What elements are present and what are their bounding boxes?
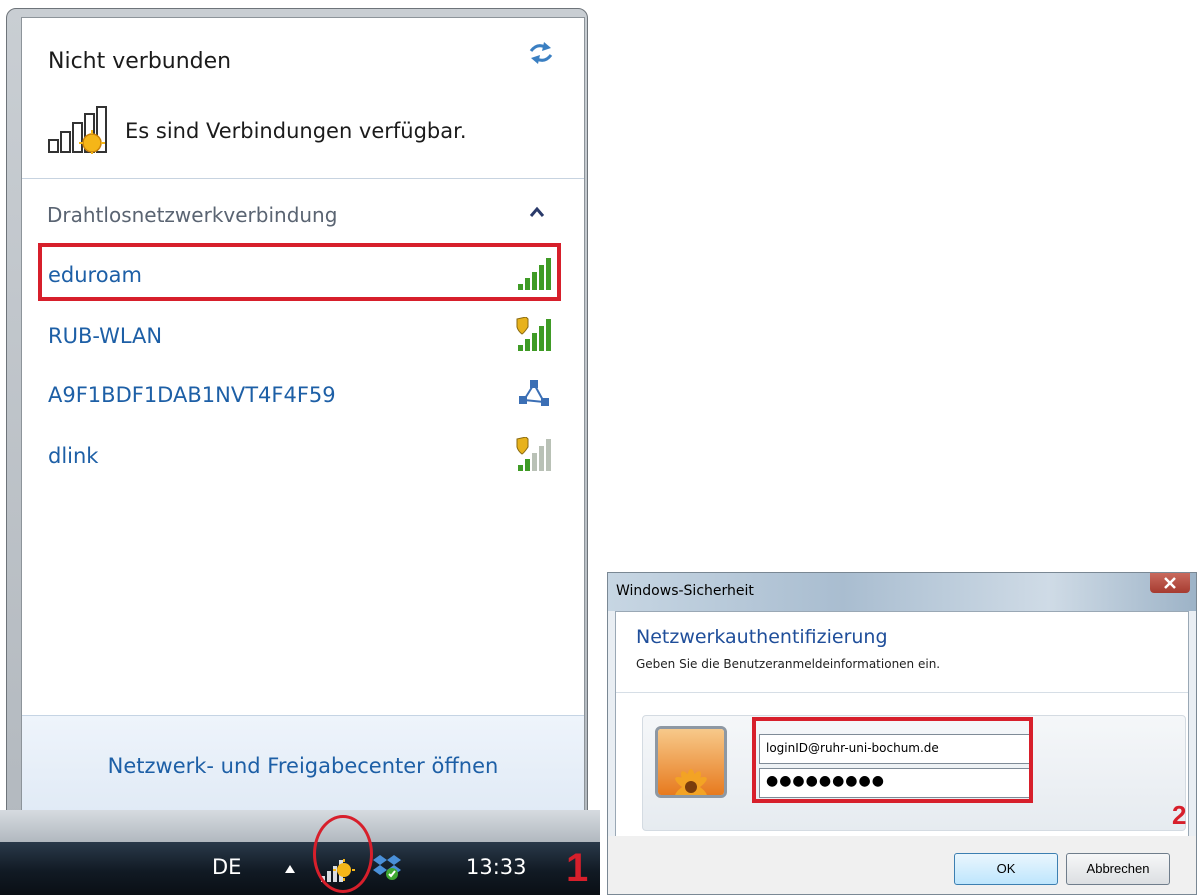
divider (616, 692, 1188, 693)
dropbox-icon[interactable] (372, 852, 402, 882)
language-indicator[interactable]: DE (212, 855, 241, 879)
network-sharing-center-link[interactable]: Netzwerk- und Freigabecenter öffnen (22, 754, 584, 778)
taskbar: DE 13:33 (0, 842, 600, 895)
connections-available-text: Es sind Verbindungen verfügbar. (125, 119, 467, 143)
secured-signal-icon (516, 437, 551, 471)
clock[interactable]: 13:33 (466, 855, 527, 879)
network-flyout: Nicht verbunden Es sind Verbindungen ver… (21, 17, 585, 825)
dialog-button-bar: OK Abbrechen (608, 836, 1196, 894)
dialog-heading: Netzwerkauthentifizierung (636, 626, 888, 648)
network-name: RUB-WLAN (48, 324, 163, 348)
connection-status-title: Nicht verbunden (48, 49, 232, 74)
divider (22, 178, 584, 179)
adhoc-network-icon (519, 380, 549, 406)
connections-available-icon (48, 106, 107, 154)
step-number-2: 2 (1172, 800, 1187, 830)
cancel-button[interactable]: Abbrechen (1066, 853, 1170, 885)
dialog-titlebar: Windows-Sicherheit (608, 573, 1196, 611)
dialog-title: Windows-Sicherheit (616, 583, 754, 599)
step-number-1: 1 (566, 846, 589, 890)
show-hidden-icons-icon[interactable] (284, 864, 296, 874)
wireless-section-label: Drahtlosnetzwerkverbindung (47, 203, 338, 227)
network-name: dlink (48, 444, 99, 468)
network-name: A9F1BDF1DAB1NVT4F4F59 (48, 383, 336, 407)
chevron-up-icon[interactable] (529, 206, 545, 218)
close-icon[interactable] (1150, 573, 1190, 593)
background-window-strip (0, 810, 600, 845)
eduroam-highlight (38, 243, 561, 301)
ok-button[interactable]: OK (954, 853, 1058, 885)
flyout-footer: Netzwerk- und Freigabecenter öffnen (22, 715, 584, 824)
network-item-dlink[interactable]: dlink (40, 430, 560, 482)
tray-icon-highlight (313, 815, 373, 893)
refresh-icon[interactable] (527, 40, 555, 66)
credentials-highlight (752, 717, 1033, 803)
wireless-section-header[interactable]: Drahtlosnetzwerkverbindung (22, 188, 584, 236)
dialog-subtext: Geben Sie die Benutzeranmeldeinformation… (636, 657, 941, 671)
network-item-rub-wlan[interactable]: RUB-WLAN (40, 310, 560, 362)
secured-signal-icon (516, 317, 551, 351)
user-avatar (655, 726, 727, 798)
network-item-adhoc[interactable]: A9F1BDF1DAB1NVT4F4F59 (40, 369, 560, 421)
